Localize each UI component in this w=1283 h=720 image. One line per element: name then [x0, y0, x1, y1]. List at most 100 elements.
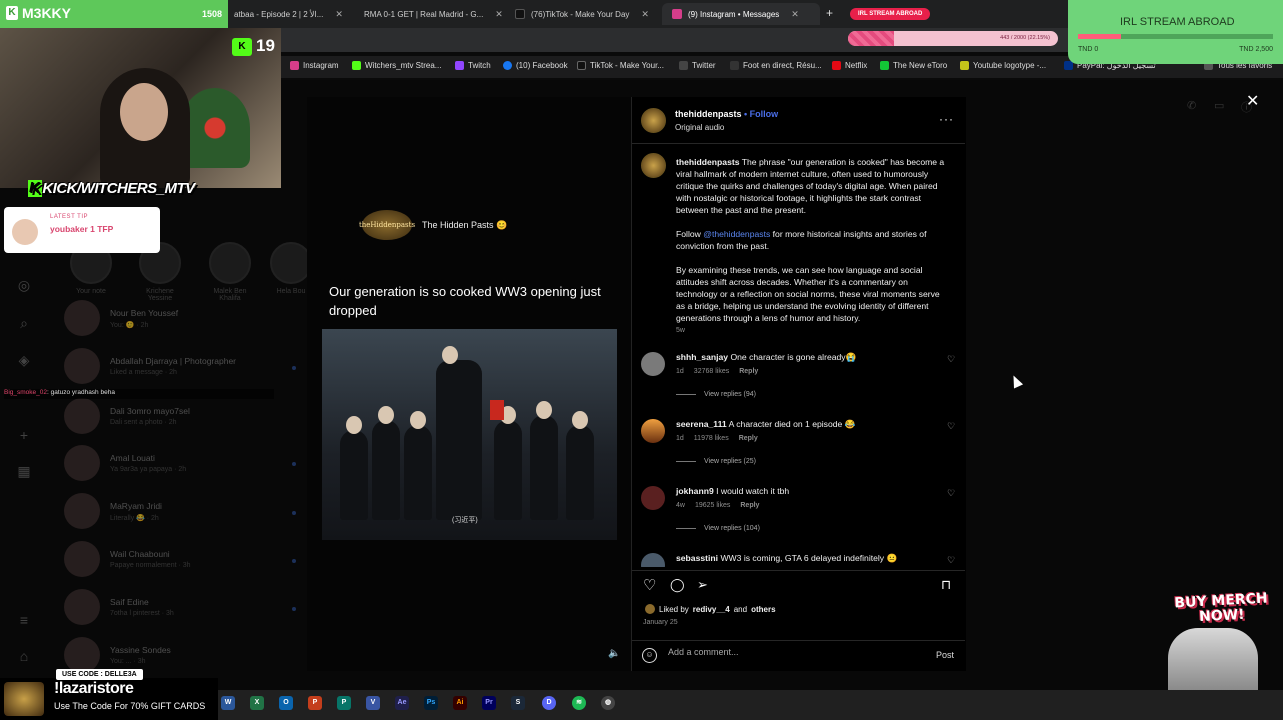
comment-bubble-icon[interactable]: ◯: [670, 577, 685, 593]
heart-icon[interactable]: ♡: [947, 488, 955, 499]
view-replies-button[interactable]: View replies (94): [676, 391, 756, 398]
discord-icon[interactable]: D: [542, 696, 556, 710]
publisher-icon[interactable]: P: [337, 696, 351, 710]
share-icon[interactable]: ➢: [697, 577, 708, 593]
avatar[interactable]: [641, 553, 665, 567]
follow-label: Follow: [749, 109, 779, 119]
view-replies-button[interactable]: View replies (104): [676, 525, 760, 532]
spotify-icon[interactable]: ≋: [572, 696, 586, 710]
obs-icon[interactable]: ◍: [601, 696, 615, 710]
after-effects-icon[interactable]: Ae: [395, 696, 409, 710]
bookmark[interactable]: Twitter: [679, 61, 716, 70]
comment-likes[interactable]: 19625 likes: [695, 502, 730, 509]
liked-by-others[interactable]: others: [751, 605, 775, 614]
comment-text: WW3 is coming, GTA 6 delayed indefinitel…: [720, 553, 898, 563]
emoji-icon[interactable]: ☺: [642, 648, 657, 663]
browser-tab-active[interactable]: (9) Instagram • Messages ✕: [662, 3, 820, 25]
heart-icon[interactable]: ♡: [947, 354, 955, 365]
bookmark[interactable]: Instagram: [290, 61, 339, 70]
heart-icon[interactable]: ♡: [947, 421, 955, 432]
browser-tab[interactable]: atbaa - Episode 2 | 2 الأ... ✕: [224, 3, 344, 25]
tab-label: RMA 0-1 GET | Real Madrid - G...: [364, 9, 484, 19]
post-author[interactable]: thehiddenpasts: [675, 109, 742, 119]
comment-likes[interactable]: 32768 likes: [694, 368, 729, 375]
comment-input[interactable]: [668, 647, 918, 657]
close-icon[interactable]: ✕: [1246, 91, 1259, 111]
comment-likes[interactable]: 11978 likes: [694, 435, 729, 442]
caption-mention[interactable]: @thehiddenpasts: [703, 229, 770, 239]
caption-author[interactable]: thehiddenpasts: [676, 157, 740, 167]
watermark-text: The Hidden Pasts 😊: [422, 219, 508, 230]
reply-button[interactable]: Reply: [739, 435, 758, 442]
post-button[interactable]: Post: [936, 650, 954, 660]
bookmark[interactable]: TikTok - Make Your...: [577, 61, 664, 70]
video-figure: [404, 411, 432, 520]
view-replies-button[interactable]: View replies (25): [676, 458, 756, 465]
heart-icon[interactable]: ♡: [947, 555, 955, 566]
visio-icon[interactable]: V: [366, 696, 380, 710]
comment-author[interactable]: seerena_111: [676, 419, 727, 429]
bookmark-label: Instagram: [303, 61, 339, 70]
comment-author[interactable]: shhh_sanjay: [676, 352, 728, 362]
merch-mannequin: [1168, 628, 1258, 690]
avatar[interactable]: [641, 108, 666, 133]
comment-time: 1d: [676, 435, 684, 442]
avatar[interactable]: [641, 419, 665, 443]
follow-button[interactable]: • Follow: [744, 109, 778, 119]
bookmark[interactable]: Witchers_mtv Strea...: [352, 61, 441, 70]
avatar[interactable]: [641, 153, 666, 178]
close-icon[interactable]: ✕: [495, 9, 503, 20]
comment-author[interactable]: jokhann9: [676, 486, 714, 496]
close-icon[interactable]: ✕: [641, 9, 649, 20]
chat-text: : gatuzo yradhash beha: [47, 389, 115, 396]
reply-button[interactable]: Reply: [740, 502, 759, 509]
image-caption: Our generation is so cooked WW3 opening …: [329, 284, 601, 318]
irl-tab-pill[interactable]: IRL STREAM ABROAD: [850, 8, 931, 20]
stream-chat-message: Big_smoke_02: gatuzo yradhash beha: [4, 389, 274, 399]
liked-by-label: Liked by: [659, 604, 689, 614]
reply-button[interactable]: Reply: [739, 368, 758, 375]
powerpoint-icon[interactable]: P: [308, 696, 322, 710]
add-comment-bar: ☺ Post: [632, 640, 965, 670]
tiktok-icon: [515, 9, 525, 19]
liked-by: Liked by redivy__4 and others: [645, 604, 776, 614]
new-tab-button[interactable]: +: [826, 6, 833, 20]
kick-icon: K: [28, 180, 43, 197]
avatar[interactable]: [641, 352, 665, 376]
comment-author[interactable]: sebasstini: [676, 553, 718, 563]
bookmark-label: Twitter: [692, 61, 716, 70]
bookmark[interactable]: The New eToro: [880, 61, 947, 70]
bookmark[interactable]: Youtube logotype -...: [960, 61, 1046, 70]
more-options-icon[interactable]: ···: [939, 112, 954, 126]
liked-by-label: and: [733, 604, 748, 614]
post-caption: thehiddenpasts The phrase "our generatio…: [676, 156, 948, 336]
bookmark[interactable]: Foot en direct, Résu...: [730, 61, 822, 70]
christmas-tree: [180, 88, 250, 168]
speaker-icon[interactable]: 🔈: [608, 648, 620, 659]
word-icon[interactable]: W: [221, 696, 235, 710]
photoshop-icon[interactable]: Ps: [424, 696, 438, 710]
liked-by-user[interactable]: redivy__4: [693, 605, 730, 614]
kick-handle: KICK/WITCHERS_MTV: [42, 180, 195, 197]
bookmark[interactable]: Netflix: [832, 61, 867, 70]
promo-code: USE CODE : DELLE3A: [56, 669, 143, 680]
excel-icon[interactable]: X: [250, 696, 264, 710]
browser-tab[interactable]: RMA 0-1 GET | Real Madrid - G... ✕: [348, 3, 503, 25]
comment-text: A character died on 1 episode 😂: [728, 419, 856, 429]
steam-icon[interactable]: S: [511, 696, 525, 710]
bookmark-icon[interactable]: ⊓: [941, 577, 951, 593]
close-icon[interactable]: ✕: [791, 9, 799, 20]
close-icon[interactable]: ✕: [335, 9, 343, 20]
bookmark[interactable]: Twitch: [455, 61, 491, 70]
video-frame[interactable]: [322, 329, 617, 540]
audio-label[interactable]: Original audio: [675, 123, 724, 132]
premiere-icon[interactable]: Pr: [482, 696, 496, 710]
browser-tab[interactable]: (76)TikTok - Make Your Day ✕: [505, 3, 660, 25]
outlook-icon[interactable]: O: [279, 696, 293, 710]
like-heart-icon[interactable]: ♡: [643, 576, 656, 594]
bookmark[interactable]: (10) Facebook: [503, 61, 568, 70]
comment-text: One character is gone already😭: [730, 352, 857, 362]
avatar[interactable]: [641, 486, 665, 510]
illustrator-icon[interactable]: Ai: [453, 696, 467, 710]
divider: [632, 570, 965, 571]
